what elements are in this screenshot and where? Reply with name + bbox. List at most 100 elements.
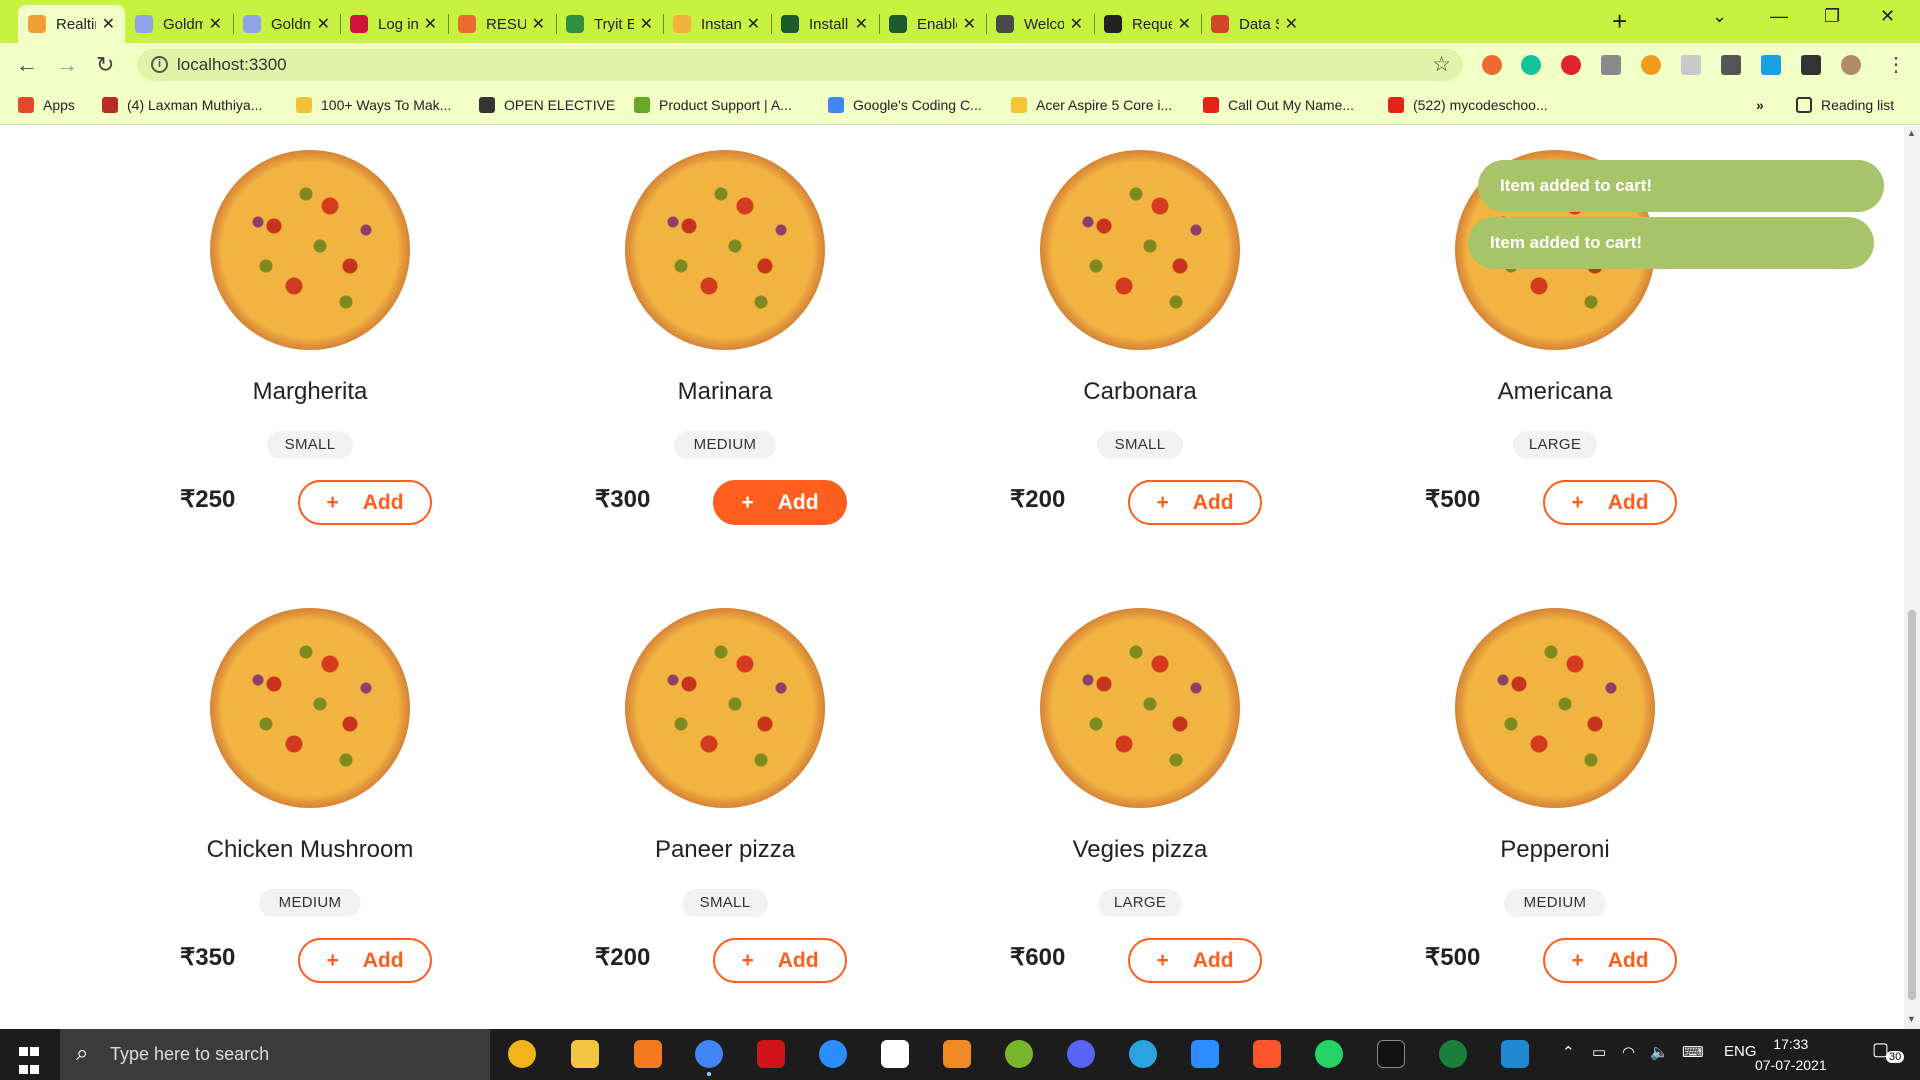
grammarly-icon[interactable] bbox=[1521, 55, 1541, 75]
extension-icon[interactable] bbox=[1721, 55, 1741, 75]
sublime-text-icon[interactable] bbox=[943, 1040, 971, 1068]
close-tab-icon[interactable]: ✕ bbox=[963, 14, 976, 34]
pizza-card: Pepperoni MEDIUM ₹500 + Add bbox=[1425, 608, 1685, 1028]
more-menu-icon[interactable]: ⋮ bbox=[1886, 52, 1906, 77]
close-tab-icon[interactable]: ✕ bbox=[1178, 14, 1191, 34]
close-tab-icon[interactable]: ✕ bbox=[855, 14, 868, 34]
close-window-button[interactable]: ✕ bbox=[1880, 6, 1895, 27]
add-to-cart-button[interactable]: + Add bbox=[1543, 480, 1677, 525]
close-tab-icon[interactable]: ✕ bbox=[209, 14, 222, 34]
new-tab-button[interactable]: + bbox=[1612, 6, 1627, 37]
vlc-icon[interactable] bbox=[634, 1040, 662, 1068]
brave-icon[interactable] bbox=[1253, 1040, 1281, 1068]
cart-extension-icon[interactable] bbox=[1601, 55, 1621, 75]
close-tab-icon[interactable]: ✕ bbox=[640, 14, 653, 34]
add-to-cart-button[interactable]: + Add bbox=[1543, 938, 1677, 983]
browser-tab[interactable]: Data Str ✕ bbox=[1201, 5, 1308, 43]
close-tab-icon[interactable]: ✕ bbox=[747, 14, 760, 34]
browser-tab[interactable]: Enable ✕ bbox=[879, 5, 986, 43]
browser-tab[interactable]: Instance ✕ bbox=[663, 5, 770, 43]
bookmark-item[interactable]: Google's Coding C... bbox=[828, 97, 982, 113]
reload-button[interactable]: ↻ bbox=[96, 52, 114, 78]
extension-icon[interactable] bbox=[1482, 55, 1502, 75]
taskbar-app-icon[interactable] bbox=[819, 1040, 847, 1068]
notifications-button[interactable]: ▢ 30 bbox=[1872, 1039, 1905, 1067]
site-info-icon[interactable]: i bbox=[151, 56, 168, 73]
close-tab-icon[interactable]: ✕ bbox=[1285, 14, 1298, 34]
clock[interactable]: 17:33 07-07-2021 bbox=[1755, 1034, 1827, 1076]
maximize-button[interactable]: ❐ bbox=[1824, 6, 1840, 27]
shield-icon[interactable] bbox=[1681, 55, 1701, 75]
bookmark-item[interactable]: (4) Laxman Muthiya... bbox=[102, 97, 262, 113]
file-explorer-icon[interactable] bbox=[571, 1040, 599, 1068]
browser-tab[interactable]: Goldma ✕ bbox=[233, 5, 340, 43]
bookmark-star-icon[interactable]: ☆ bbox=[1432, 52, 1451, 77]
tab-search-icon[interactable]: ⌄ bbox=[1712, 6, 1727, 27]
browser-tab[interactable]: Tryit Edi ✕ bbox=[556, 5, 663, 43]
chrome-icon[interactable] bbox=[695, 1040, 723, 1068]
bookmark-favicon-icon bbox=[1011, 97, 1027, 113]
close-tab-icon[interactable]: ✕ bbox=[1070, 14, 1083, 34]
bookmark-item[interactable]: Acer Aspire 5 Core i... bbox=[1011, 97, 1172, 113]
reading-list-button[interactable]: Reading list bbox=[1796, 97, 1894, 113]
browser-tab[interactable]: Goldma ✕ bbox=[125, 5, 232, 43]
volume-icon[interactable]: 🔈 bbox=[1650, 1043, 1669, 1061]
back-button[interactable]: ← bbox=[16, 52, 38, 78]
browser-tab[interactable]: Realtim ✕ bbox=[18, 5, 125, 43]
close-tab-icon[interactable]: ✕ bbox=[532, 14, 545, 34]
wifi-icon[interactable]: ◠ bbox=[1622, 1043, 1635, 1061]
close-tab-icon[interactable]: ✕ bbox=[317, 14, 330, 34]
battery-icon[interactable]: ▭ bbox=[1592, 1043, 1606, 1061]
whatsapp-icon[interactable] bbox=[1315, 1040, 1343, 1068]
discord-icon[interactable] bbox=[1067, 1040, 1095, 1068]
avatar[interactable] bbox=[1841, 55, 1861, 75]
telegram-icon[interactable] bbox=[1129, 1040, 1157, 1068]
forward-button[interactable]: → bbox=[56, 52, 78, 78]
keyboard-icon[interactable]: ⌨ bbox=[1682, 1043, 1704, 1061]
url-text[interactable]: localhost:3300 bbox=[177, 55, 287, 75]
start-button[interactable] bbox=[18, 1044, 40, 1080]
scroll-down-arrow[interactable]: ▼ bbox=[1907, 1014, 1916, 1024]
more-bookmarks-button[interactable]: » bbox=[1756, 97, 1764, 113]
add-to-cart-button[interactable]: + Add bbox=[1128, 480, 1262, 525]
utorrent-icon[interactable] bbox=[1005, 1040, 1033, 1068]
bookmark-item[interactable]: Call Out My Name... bbox=[1203, 97, 1354, 113]
extension-icon[interactable] bbox=[1561, 55, 1581, 75]
browser-tab[interactable]: Welcom ✕ bbox=[986, 5, 1093, 43]
browser-tab[interactable]: RESUM ✕ bbox=[448, 5, 555, 43]
minimize-button[interactable]: — bbox=[1770, 6, 1788, 27]
bookmark-item[interactable]: (522) mycodeschoo... bbox=[1388, 97, 1548, 113]
bookmark-item[interactable]: 100+ Ways To Mak... bbox=[296, 97, 451, 113]
browser-tab[interactable]: Request ✕ bbox=[1094, 5, 1201, 43]
apps-shortcut[interactable]: Apps bbox=[18, 97, 75, 113]
add-to-cart-button[interactable]: + Add bbox=[713, 938, 847, 983]
language-indicator[interactable]: ENG bbox=[1724, 1043, 1757, 1060]
zoom-icon[interactable] bbox=[1191, 1040, 1219, 1068]
extension-icon[interactable] bbox=[1761, 55, 1781, 75]
tray-chevron-icon[interactable]: ⌃ bbox=[1562, 1043, 1575, 1061]
add-to-cart-button[interactable]: + Add bbox=[713, 480, 847, 525]
add-to-cart-button[interactable]: + Add bbox=[1128, 938, 1262, 983]
taskbar-search[interactable]: ⌕ Type here to search bbox=[60, 1029, 490, 1080]
plus-icon: + bbox=[741, 948, 754, 972]
close-tab-icon[interactable]: ✕ bbox=[102, 14, 115, 34]
scroll-thumb[interactable] bbox=[1908, 610, 1916, 1000]
taskbar-app-icon[interactable] bbox=[881, 1040, 909, 1068]
mongodb-icon[interactable] bbox=[1439, 1040, 1467, 1068]
taskbar-app-icon[interactable] bbox=[508, 1040, 536, 1068]
acrobat-icon[interactable] bbox=[757, 1040, 785, 1068]
address-bar[interactable]: i localhost:3300 ☆ bbox=[137, 49, 1463, 81]
close-tab-icon[interactable]: ✕ bbox=[424, 14, 437, 34]
add-to-cart-button[interactable]: + Add bbox=[298, 938, 432, 983]
page-scrollbar[interactable]: ▲ ▼ bbox=[1904, 126, 1920, 1029]
scroll-up-arrow[interactable]: ▲ bbox=[1907, 128, 1916, 138]
browser-tab[interactable]: Log in - ✕ bbox=[340, 5, 447, 43]
vscode-icon[interactable] bbox=[1501, 1040, 1529, 1068]
bookmark-item[interactable]: OPEN ELECTIVE bbox=[479, 97, 615, 113]
extension-icon[interactable] bbox=[1641, 55, 1661, 75]
browser-tab[interactable]: Install M ✕ bbox=[771, 5, 878, 43]
add-to-cart-button[interactable]: + Add bbox=[298, 480, 432, 525]
terminal-icon[interactable] bbox=[1377, 1040, 1405, 1068]
puzzle-icon[interactable] bbox=[1801, 55, 1821, 75]
bookmark-item[interactable]: Product Support | A... bbox=[634, 97, 792, 113]
